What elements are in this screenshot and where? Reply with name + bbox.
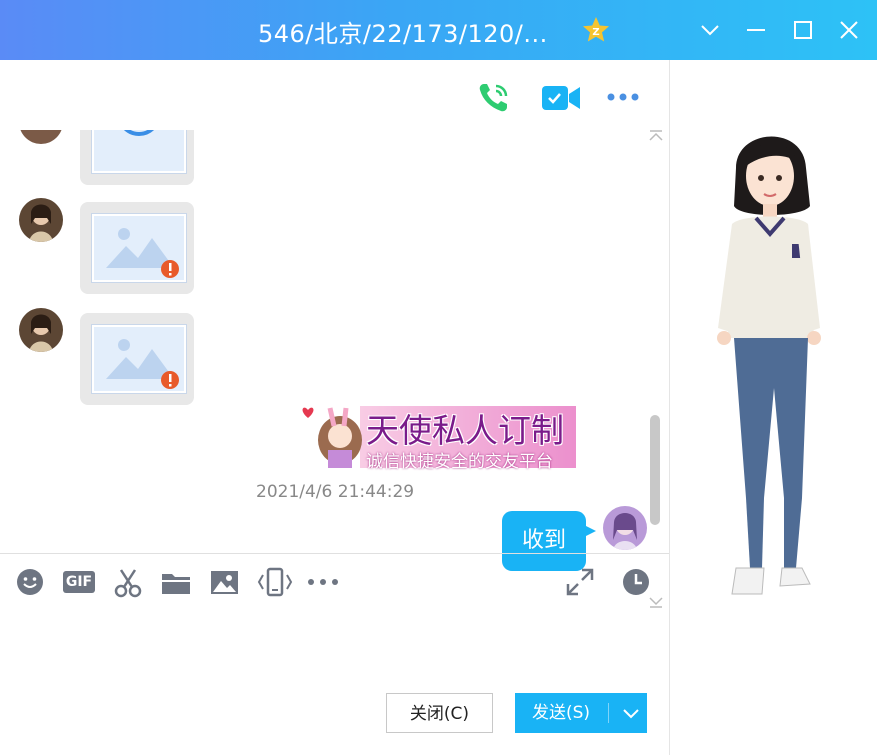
- screenshot-scissors-icon[interactable]: [113, 568, 143, 598]
- message-list[interactable]: 2021/4/6 21:44:29 收到: [0, 130, 669, 610]
- expand-icon[interactable]: [566, 568, 594, 596]
- error-icon: [161, 371, 179, 389]
- show-avatar-panel: [670, 60, 877, 755]
- show-avatar-figure[interactable]: [706, 128, 846, 628]
- video-call-icon[interactable]: [541, 84, 581, 112]
- send-split-divider: [608, 703, 609, 723]
- chat-header: [0, 60, 669, 130]
- send-button[interactable]: 发送(S): [515, 693, 647, 733]
- send-button-label: 发送(S): [532, 703, 591, 723]
- chat-panel: 2021/4/6 21:44:29 收到 天使私人订制 诚信快捷安全的交友平台: [0, 60, 669, 755]
- shake-icon[interactable]: [257, 567, 293, 597]
- chevron-down-icon[interactable]: [698, 18, 722, 42]
- scroll-up-icon[interactable]: [648, 130, 664, 142]
- level-badge-text: Z: [592, 27, 599, 38]
- watermark-banner: 天使私人订制 诚信快捷安全的交友平台: [300, 400, 578, 474]
- image-message[interactable]: [80, 130, 194, 185]
- message-timestamp: 2021/4/6 21:44:29: [256, 482, 415, 502]
- image-icon[interactable]: [210, 570, 239, 595]
- star-badge-icon[interactable]: Z: [582, 16, 610, 44]
- title-bar: 546/北京/22/173/120/... Z: [0, 0, 877, 60]
- window-title: 546/北京/22/173/120/...: [258, 20, 548, 48]
- chevron-down-icon[interactable]: [615, 693, 647, 733]
- maximize-icon[interactable]: [791, 18, 815, 42]
- gif-icon[interactable]: GIF: [63, 571, 95, 593]
- more-icon[interactable]: [307, 578, 339, 586]
- avatar[interactable]: [19, 130, 63, 144]
- folder-icon[interactable]: [161, 571, 191, 595]
- scrollbar-thumb[interactable]: [650, 415, 660, 525]
- minimize-icon[interactable]: [744, 18, 768, 42]
- image-message[interactable]: [80, 202, 194, 294]
- avatar[interactable]: [19, 308, 63, 352]
- self-avatar[interactable]: [603, 506, 647, 550]
- close-icon[interactable]: [837, 18, 861, 42]
- history-clock-icon[interactable]: [622, 568, 650, 596]
- close-button[interactable]: 关闭(C): [386, 693, 493, 733]
- avatar[interactable]: [19, 198, 63, 242]
- error-icon: [161, 260, 179, 278]
- loading-spinner-icon: [124, 130, 154, 136]
- input-toolbar: GIF: [0, 565, 669, 605]
- voice-call-icon[interactable]: [476, 80, 512, 116]
- image-message[interactable]: [80, 313, 194, 405]
- input-divider: [0, 553, 669, 554]
- emoji-icon[interactable]: [16, 568, 44, 596]
- image-loading-placeholder: [92, 130, 186, 173]
- message-input[interactable]: [0, 610, 669, 680]
- sent-message-bubble[interactable]: 收到: [502, 511, 596, 571]
- banner-title: 天使私人订制: [366, 411, 564, 450]
- more-icon[interactable]: [606, 92, 640, 102]
- banner-subtitle: 诚信快捷安全的交友平台: [366, 452, 553, 472]
- message-text: 收到: [521, 528, 566, 553]
